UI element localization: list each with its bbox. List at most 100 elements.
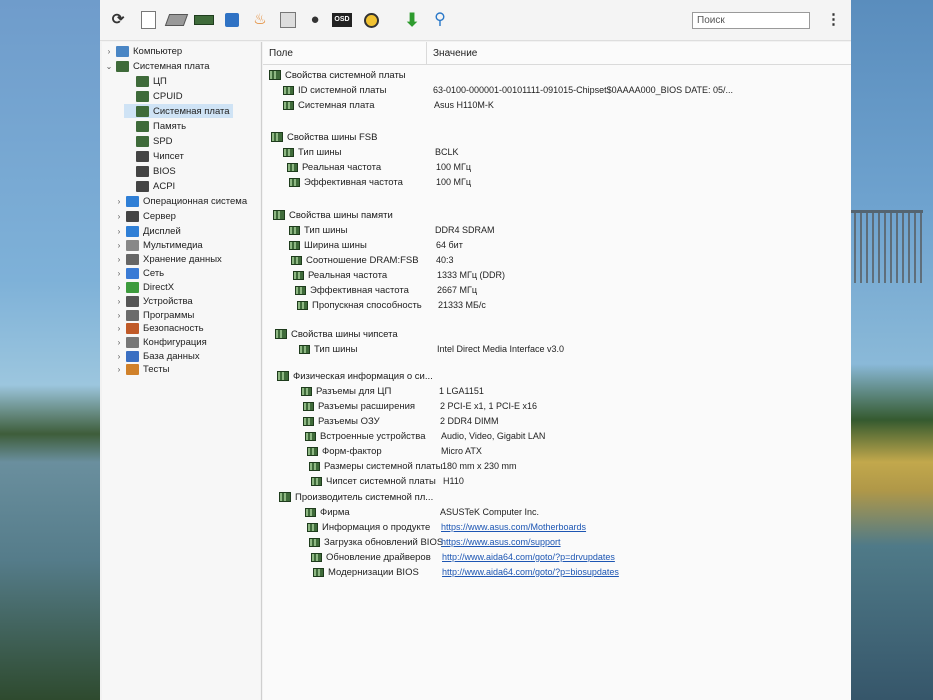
tree-item-19[interactable]: › Программы <box>114 308 194 322</box>
property-value: Audio, Video, Gigabit LAN <box>441 431 546 441</box>
tree-item-1[interactable]: › Компьютер <box>104 44 182 58</box>
tree-item-4[interactable]: CPUID <box>124 89 183 103</box>
expand-arrow-icon[interactable]: ⌄ <box>104 62 114 71</box>
property-value: 180 mm x 230 mm <box>442 461 517 471</box>
tree-item-20[interactable]: › Безопасность <box>114 321 204 335</box>
tree-item-15[interactable]: › Хранение данных <box>114 252 222 266</box>
property-row[interactable]: Тип шины <box>283 145 341 159</box>
tree-item-22[interactable]: › База данных <box>114 349 200 363</box>
user-icon[interactable]: ● <box>305 10 325 30</box>
tree-item-5[interactable]: Системная плата <box>124 104 233 118</box>
expand-arrow-icon[interactable]: › <box>114 297 124 306</box>
tree-item-11[interactable]: › Операционная система <box>114 194 247 208</box>
tree-item-3[interactable]: ЦП <box>124 74 167 88</box>
property-row[interactable]: Разъемы для ЦП <box>301 384 391 398</box>
expand-arrow-icon[interactable]: › <box>114 365 124 374</box>
property-row[interactable]: ID системной платы <box>283 83 386 97</box>
property-row[interactable]: Эффективная частота <box>295 283 409 297</box>
property-row[interactable]: Встроенные устройства <box>305 429 425 443</box>
property-row[interactable]: Загрузка обновлений BIOS <box>309 535 443 549</box>
more-menu-icon[interactable]: ⋮ <box>826 10 841 30</box>
tree-item-10[interactable]: ACPI <box>124 179 175 193</box>
aida64-window: ⟳ ♨ ● OSD ⬇ ⚲ Поиск ⋮ › Компьютер ⌄ Системн… <box>100 0 851 700</box>
section-header: Свойства системной платы <box>269 68 406 82</box>
property-row[interactable]: Информация о продукте <box>307 520 430 534</box>
column-header: Поле Значение <box>263 42 851 65</box>
property-row[interactable]: Эффективная частота <box>289 175 403 189</box>
property-value-link[interactable]: https://www.asus.com/support <box>441 537 561 547</box>
property-icon <box>305 431 316 441</box>
expand-arrow-icon[interactable]: › <box>114 338 124 347</box>
tree-item-18[interactable]: › Устройства <box>114 294 193 308</box>
tree-item-16[interactable]: › Сеть <box>114 266 164 280</box>
column-separator[interactable] <box>426 42 427 64</box>
search-input[interactable]: Поиск <box>692 12 810 29</box>
property-row[interactable]: Пропускная способность <box>297 298 422 312</box>
expand-arrow-icon[interactable]: › <box>114 255 124 264</box>
property-value-link[interactable]: https://www.asus.com/Motherboards <box>441 522 586 532</box>
property-value: Intel Direct Media Interface v3.0 <box>437 344 565 354</box>
property-field: Реальная частота <box>308 269 388 281</box>
tree-item-9[interactable]: BIOS <box>124 164 176 178</box>
expand-arrow-icon[interactable]: › <box>114 212 124 221</box>
property-row[interactable]: Модернизации BIOS <box>313 565 419 579</box>
tree-item-17[interactable]: › DirectX <box>114 280 174 294</box>
memory-icon[interactable] <box>194 10 214 30</box>
fire-icon[interactable]: ♨ <box>250 10 270 30</box>
property-value-link[interactable]: http://www.aida64.com/goto/?p=biosupdate… <box>442 567 619 577</box>
motherboard-chip-icon[interactable] <box>164 10 188 30</box>
property-row[interactable]: Разъемы ОЗУ <box>303 414 380 428</box>
refresh-icon[interactable]: ⟳ <box>108 10 128 30</box>
tree-item-2[interactable]: ⌄ Системная плата <box>104 59 210 73</box>
property-row[interactable]: Фирма <box>305 505 350 519</box>
tree-item-13[interactable]: › Дисплей <box>114 224 181 238</box>
property-row[interactable]: Чипсет системной платы <box>311 474 436 488</box>
calendar-icon[interactable] <box>278 10 298 30</box>
network-icon[interactable] <box>222 10 242 30</box>
tree-item-12[interactable]: › Сервер <box>114 209 176 223</box>
expand-arrow-icon[interactable]: › <box>114 227 124 236</box>
property-row[interactable]: Реальная частота <box>287 160 381 174</box>
property-row[interactable]: Размеры системной платы <box>309 459 442 473</box>
expand-arrow-icon[interactable]: › <box>114 324 124 333</box>
property-row[interactable]: Тип шины <box>289 223 347 237</box>
property-value: 100 МГц <box>436 162 472 172</box>
expand-arrow-icon[interactable]: › <box>114 197 124 206</box>
tree-item-21[interactable]: › Конфигурация <box>114 335 207 349</box>
property-row[interactable]: Форм-фактор <box>307 444 382 458</box>
expand-arrow-icon[interactable]: › <box>114 269 124 278</box>
expand-arrow-icon[interactable]: › <box>114 311 124 320</box>
property-icon <box>293 270 304 280</box>
column-field-header[interactable]: Поле <box>269 48 293 59</box>
tree-item-8[interactable]: Чипсет <box>124 149 184 163</box>
property-row[interactable]: Разъемы расширения <box>303 399 415 413</box>
property-row[interactable]: Ширина шины <box>289 238 367 252</box>
property-row[interactable]: Тип шины <box>299 342 357 356</box>
report-icon[interactable] <box>138 10 158 30</box>
download-icon[interactable]: ⬇ <box>402 10 422 30</box>
section-header: Свойства шины чипсета <box>275 327 398 341</box>
property-row[interactable]: Реальная частота <box>293 268 387 282</box>
property-value: 64 бит <box>436 240 463 250</box>
tree-item-7[interactable]: SPD <box>124 134 173 148</box>
expand-arrow-icon[interactable]: › <box>104 47 114 56</box>
osd-icon[interactable]: OSD <box>332 10 352 30</box>
search-icon[interactable]: ⚲ <box>430 10 450 30</box>
expand-arrow-icon[interactable]: › <box>114 241 124 250</box>
tree-item-6[interactable]: Память <box>124 119 186 133</box>
property-row[interactable]: Обновление драйверов <box>311 550 431 564</box>
gauge-icon[interactable] <box>361 10 381 30</box>
property-field: Разъемы расширения <box>318 400 416 412</box>
pane-splitter[interactable] <box>261 42 262 700</box>
tree-item-14[interactable]: › Мультимедиа <box>114 238 203 252</box>
property-row[interactable]: Системная плата <box>283 98 375 112</box>
expand-arrow-icon[interactable]: › <box>114 352 124 361</box>
property-row[interactable]: Соотношение DRAM:FSB <box>291 253 419 267</box>
expand-arrow-icon[interactable]: › <box>114 283 124 292</box>
computer-icon <box>116 45 129 57</box>
tree-item-label: Системная плата <box>153 105 230 117</box>
property-value-link[interactable]: http://www.aida64.com/goto/?p=drvupdates <box>442 552 615 562</box>
column-value-header[interactable]: Значение <box>433 48 477 59</box>
tree-item-23[interactable]: › Тесты <box>114 362 169 376</box>
spd-icon <box>136 135 149 147</box>
